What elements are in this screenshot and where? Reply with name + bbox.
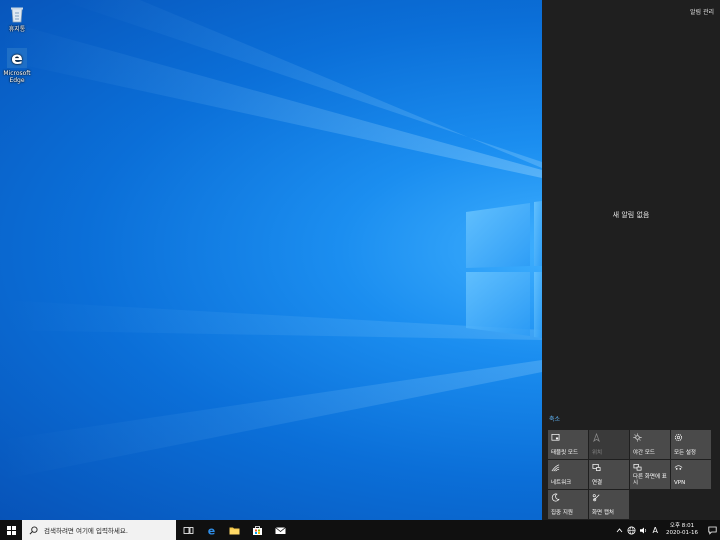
tile-label: 모든 설정	[674, 450, 696, 456]
tray-volume-button[interactable]	[639, 520, 649, 540]
tablet-mode-icon	[551, 433, 560, 441]
svg-text:e: e	[11, 49, 23, 68]
night-light-icon	[633, 433, 642, 442]
taskbar-store-button[interactable]	[246, 520, 268, 540]
collapse-link[interactable]: 축소	[549, 414, 560, 423]
taskbar-mail-button[interactable]	[269, 520, 291, 540]
input-method-indicator[interactable]: A	[653, 526, 658, 535]
tile-project[interactable]: 다른 화면에 표시	[630, 460, 670, 489]
search-icon	[29, 525, 38, 534]
svg-text:e: e	[207, 525, 214, 536]
tile-label: 위치	[592, 450, 603, 456]
clock-time: 오후 8:01	[669, 523, 695, 529]
tile-connect[interactable]: 연결	[589, 460, 629, 489]
taskbar-file-explorer-button[interactable]	[223, 520, 245, 540]
tile-night-light[interactable]: 야간 모드	[630, 430, 670, 459]
manage-notifications-link[interactable]: 알림 관리	[690, 7, 714, 16]
chevron-up-icon	[616, 527, 623, 532]
tile-label: VPN	[674, 480, 686, 486]
taskbar: 검색하려면 여기에 입력하세요. e A 오후 8:01 2020-01-16	[0, 520, 720, 540]
edge-icon: e	[207, 525, 214, 536]
task-view-icon	[183, 526, 193, 534]
tile-label: 연결	[592, 480, 603, 486]
vpn-icon	[674, 465, 683, 470]
search-input[interactable]: 검색하려면 여기에 입력하세요.	[22, 520, 176, 540]
location-icon	[593, 433, 600, 442]
tray-network-button[interactable]	[627, 520, 637, 540]
store-icon	[252, 525, 262, 535]
start-button[interactable]	[0, 520, 22, 540]
file-explorer-icon	[229, 527, 239, 534]
no-notifications-text: 새 알림 없음	[612, 211, 650, 219]
quick-actions-grid: 태블릿 모드 위치 야간 모드 모든 설정 네트워크 연결 다른 화면에 표시	[548, 430, 716, 519]
desktop-icon-label: 휴지통	[8, 26, 26, 33]
tray-overflow-button[interactable]	[615, 520, 625, 540]
tile-label: 다른 화면에 표시	[633, 474, 667, 486]
network-icon	[551, 464, 560, 472]
tile-label: 네트워크	[551, 480, 572, 486]
project-icon	[633, 463, 642, 471]
focus-assist-icon	[551, 493, 560, 502]
settings-icon	[674, 433, 683, 442]
action-center-panel: 알림 관리 새 알림 없음 축소 태블릿 모드 위치 야간 모드 모든 설정 네…	[542, 0, 720, 520]
notification-icon	[707, 526, 717, 535]
system-tray: A 오후 8:01 2020-01-16	[615, 520, 720, 540]
tile-vpn[interactable]: VPN	[671, 460, 711, 489]
globe-icon	[627, 526, 636, 534]
tile-screen-snip[interactable]: 화면 캡처	[589, 490, 629, 519]
tile-label: 화면 캡처	[592, 510, 614, 516]
clock-date: 2020-01-16	[666, 530, 698, 536]
action-center-button[interactable]	[704, 520, 720, 540]
screen-snip-icon	[592, 494, 600, 502]
connect-icon	[592, 463, 601, 472]
speaker-icon	[640, 527, 647, 533]
task-view-button[interactable]	[177, 520, 199, 540]
tile-tablet-mode[interactable]: 태블릿 모드	[548, 430, 588, 459]
taskbar-edge-button[interactable]: e	[200, 520, 222, 540]
search-placeholder: 검색하려면 여기에 입력하세요.	[44, 527, 128, 535]
tile-network[interactable]: 네트워크	[548, 460, 588, 489]
edge-icon: e	[7, 48, 27, 68]
tile-label: 야간 모드	[633, 450, 655, 456]
desktop-icon-label: Microsoft Edge	[3, 70, 31, 84]
tile-label: 집중 지원	[551, 510, 573, 516]
mail-icon	[274, 526, 286, 534]
tile-focus-assist[interactable]: 집중 지원	[548, 490, 588, 519]
recycle-bin-icon	[11, 7, 23, 23]
tile-location[interactable]: 위치	[589, 430, 629, 459]
desktop-icon-edge[interactable]: e Microsoft Edge	[0, 48, 34, 84]
tile-all-settings[interactable]: 모든 설정	[671, 430, 711, 459]
taskbar-clock[interactable]: 오후 8:01 2020-01-16	[666, 523, 698, 537]
desktop-icon-recycle-bin[interactable]: 휴지통	[0, 4, 34, 33]
windows-logo-icon	[6, 525, 16, 535]
tile-label: 태블릿 모드	[551, 450, 579, 456]
